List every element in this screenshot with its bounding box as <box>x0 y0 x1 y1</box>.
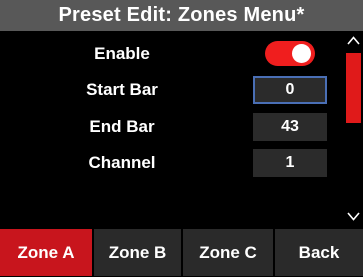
toggle-knob <box>292 44 311 63</box>
back-button-label: Back <box>298 242 340 262</box>
zones-menu-screen: Preset Edit: Zones Menu* Enable Start Ba… <box>0 0 363 277</box>
start-bar-field[interactable]: 0 <box>253 76 327 104</box>
tab-bar: Zone A Zone B Zone C Back <box>0 228 363 277</box>
enable-label: Enable <box>94 44 150 63</box>
start-bar-value: 0 <box>285 81 295 98</box>
start-bar-label: Start Bar <box>86 80 158 99</box>
tab-zone-a[interactable]: Zone A <box>0 229 94 276</box>
end-bar-label: End Bar <box>89 117 155 136</box>
chevron-down-icon[interactable] <box>344 209 363 227</box>
title-bar: Preset Edit: Zones Menu* <box>0 0 363 31</box>
end-bar-field[interactable]: 43 <box>253 113 327 141</box>
channel-label: Channel <box>88 153 156 172</box>
scrollbar[interactable] <box>344 31 363 228</box>
back-button[interactable]: Back <box>275 229 363 276</box>
tab-zone-c[interactable]: Zone C <box>183 229 275 276</box>
tab-zone-c-label: Zone C <box>199 242 257 262</box>
channel-field[interactable]: 1 <box>253 149 327 177</box>
scroll-thumb[interactable] <box>346 53 361 123</box>
end-bar-value: 43 <box>281 118 299 135</box>
tab-zone-b[interactable]: Zone B <box>94 229 183 276</box>
page-title: Preset Edit: Zones Menu* <box>58 4 305 26</box>
chevron-up-icon[interactable] <box>344 33 363 51</box>
channel-value: 1 <box>285 154 295 171</box>
tab-zone-a-label: Zone A <box>17 242 75 262</box>
enable-toggle[interactable] <box>265 41 315 66</box>
tab-zone-b-label: Zone B <box>108 242 167 262</box>
